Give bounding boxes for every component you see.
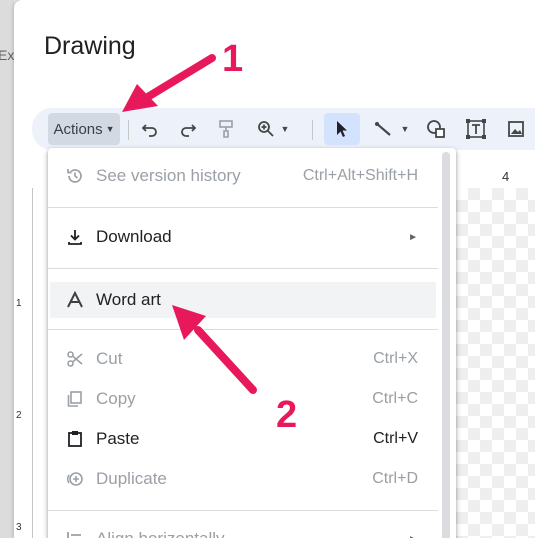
- annotation-step-2: 2: [276, 394, 298, 436]
- menu-item-shortcut: Ctrl+V: [373, 430, 418, 447]
- menu-divider: [48, 329, 438, 330]
- word-art-icon: [64, 289, 86, 311]
- zoom-icon[interactable]: ▼: [250, 113, 296, 145]
- menu-divider: [48, 268, 438, 269]
- menu-item-copy[interactable]: Copy Ctrl+C: [48, 383, 448, 415]
- menu-item-label: Word art: [96, 290, 161, 309]
- history-icon: [64, 165, 86, 187]
- menu-item-version-history[interactable]: See version history Ctrl+Alt+Shift+H: [48, 160, 448, 192]
- zoom-caret-icon: ▼: [280, 124, 290, 134]
- ruler-number: 4: [502, 169, 510, 184]
- menu-item-label: Cut: [96, 349, 123, 368]
- actions-dropdown-menu: See version history Ctrl+Alt+Shift+H Dow…: [48, 148, 456, 538]
- line-caret-icon: ▼: [400, 124, 410, 134]
- menu-item-shortcut: Ctrl+C: [372, 390, 418, 407]
- download-icon: [64, 226, 86, 248]
- select-icon[interactable]: [324, 113, 360, 145]
- menu-item-label: See version history: [96, 166, 241, 185]
- menu-item-cut[interactable]: Cut Ctrl+X: [48, 343, 448, 375]
- submenu-arrow-icon: ►: [408, 231, 418, 243]
- dialog-title: Drawing: [44, 32, 136, 60]
- ruler-number: 2: [16, 410, 22, 421]
- text-box-icon[interactable]: [462, 113, 490, 145]
- background-text: Ex: [0, 47, 15, 63]
- submenu-arrow-icon: ►: [408, 534, 418, 538]
- menu-item-download[interactable]: Download ►: [48, 221, 448, 253]
- ruler-number: 3: [16, 522, 22, 533]
- ruler-number: 1: [16, 298, 22, 309]
- menu-item-word-art[interactable]: Word art: [50, 282, 436, 318]
- annotation-step-1: 1: [222, 38, 244, 80]
- menu-scrollbar[interactable]: [442, 152, 450, 538]
- paste-icon: [64, 428, 86, 450]
- horizontal-ruler: 4: [456, 168, 535, 189]
- menu-divider: [48, 510, 438, 511]
- menu-item-label: Duplicate: [96, 469, 167, 488]
- menu-item-shortcut: Ctrl+X: [373, 350, 418, 367]
- copy-icon: [64, 388, 86, 410]
- background-app: Ex: [0, 0, 14, 538]
- line-icon[interactable]: ▼: [368, 113, 414, 145]
- actions-label: Actions: [53, 120, 103, 138]
- toolbar-separator: [128, 120, 129, 140]
- menu-item-label: Download: [96, 227, 172, 246]
- image-icon[interactable]: [502, 113, 530, 145]
- shape-icon[interactable]: [422, 113, 450, 145]
- duplicate-icon: [64, 468, 86, 490]
- menu-item-label: Paste: [96, 429, 140, 448]
- menu-divider: [48, 207, 438, 208]
- vertical-ruler: 1 2 3: [14, 188, 33, 538]
- redo-icon[interactable]: [174, 113, 202, 145]
- menu-item-duplicate[interactable]: Duplicate Ctrl+D: [48, 463, 448, 495]
- drawing-dialog: Drawing Actions ▼ ▼ ▼ 4 1 2 3 See versio…: [14, 0, 535, 538]
- align-icon: [64, 528, 86, 538]
- menu-item-paste[interactable]: Paste Ctrl+V: [48, 423, 448, 455]
- toolbar-separator: [312, 120, 313, 140]
- drawing-toolbar: Actions ▼ ▼ ▼: [32, 108, 535, 150]
- menu-item-label: Align horizontally: [96, 529, 225, 538]
- caret-down-icon: ▼: [105, 124, 115, 134]
- actions-menu-button[interactable]: Actions ▼: [48, 113, 120, 145]
- menu-item-label: Copy: [96, 389, 136, 408]
- drawing-canvas[interactable]: [456, 188, 535, 538]
- paint-format-icon[interactable]: [212, 113, 240, 145]
- undo-icon[interactable]: [136, 113, 164, 145]
- menu-item-shortcut: Ctrl+D: [372, 470, 418, 487]
- menu-item-align-horizontally[interactable]: Align horizontally ►: [48, 523, 448, 538]
- cut-icon: [64, 348, 86, 370]
- menu-item-shortcut: Ctrl+Alt+Shift+H: [302, 167, 418, 184]
